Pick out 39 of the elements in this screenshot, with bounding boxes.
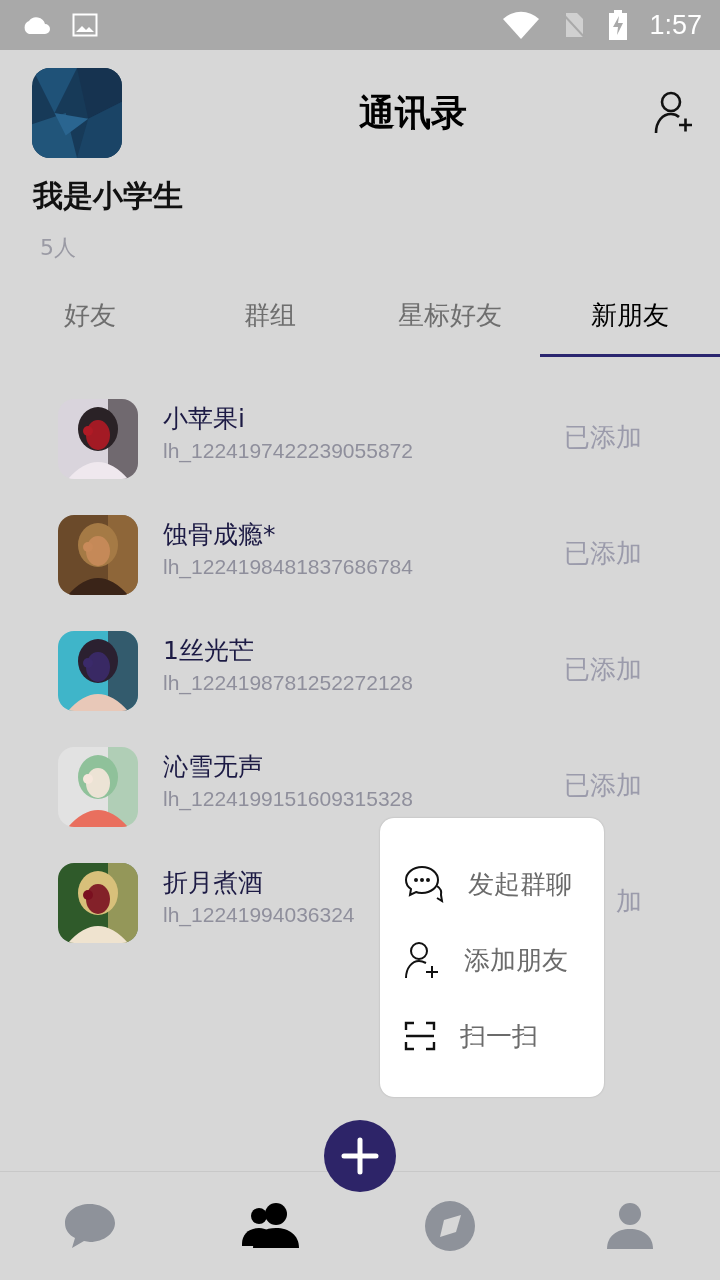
- added-status: 已添加: [564, 536, 642, 570]
- contact-name: 1丝光芒: [163, 634, 254, 667]
- added-status: 加: [616, 884, 642, 918]
- tab[interactable]: 群组: [180, 277, 360, 357]
- plus-icon: [341, 1137, 379, 1175]
- tab[interactable]: 新朋友: [540, 277, 720, 357]
- contact-name: 沁雪无声: [163, 750, 263, 783]
- contact-account: lh_1224197422239055872: [163, 438, 413, 463]
- contact-account: lh_1224199151609315328: [163, 786, 413, 811]
- added-status: 已添加: [564, 768, 642, 802]
- wifi-icon: [503, 11, 540, 39]
- menu-item[interactable]: 发起群聊: [468, 866, 572, 902]
- page-title: 通讯录: [359, 90, 467, 135]
- status-time: 1:57: [649, 9, 702, 41]
- member-count: 5人: [40, 234, 76, 262]
- add-user-icon[interactable]: [654, 91, 694, 135]
- add-user-icon: [404, 941, 440, 979]
- contact-account: lh_12241994036324: [163, 902, 355, 927]
- person-icon: [607, 1203, 653, 1249]
- tab[interactable]: 好友: [0, 277, 180, 357]
- added-status: 已添加: [564, 652, 642, 686]
- cloud-icon: [22, 16, 50, 34]
- added-status: 已添加: [564, 420, 642, 454]
- image-icon: [72, 13, 98, 37]
- contact-account: lh_1224198481837686784: [163, 554, 413, 579]
- people-icon: [241, 1202, 299, 1250]
- compass-icon: [425, 1201, 475, 1251]
- menu-item[interactable]: 扫一扫: [460, 1018, 538, 1054]
- contact-name: 折月煮酒: [163, 866, 263, 899]
- contact-name: 小苹果i: [163, 402, 245, 435]
- contact-account: lh_1224198781252272128: [163, 670, 413, 695]
- chat-bubbles-icon: [404, 864, 444, 904]
- contact-name: 蚀骨成瘾*: [163, 518, 276, 551]
- tab[interactable]: 星标好友: [360, 277, 540, 357]
- battery-charging-icon: [609, 10, 628, 40]
- menu-item[interactable]: 添加朋友: [464, 942, 568, 978]
- scan-icon: [404, 1021, 436, 1051]
- user-name: 我是小学生: [33, 177, 184, 215]
- chat-bubble-icon: [64, 1202, 116, 1250]
